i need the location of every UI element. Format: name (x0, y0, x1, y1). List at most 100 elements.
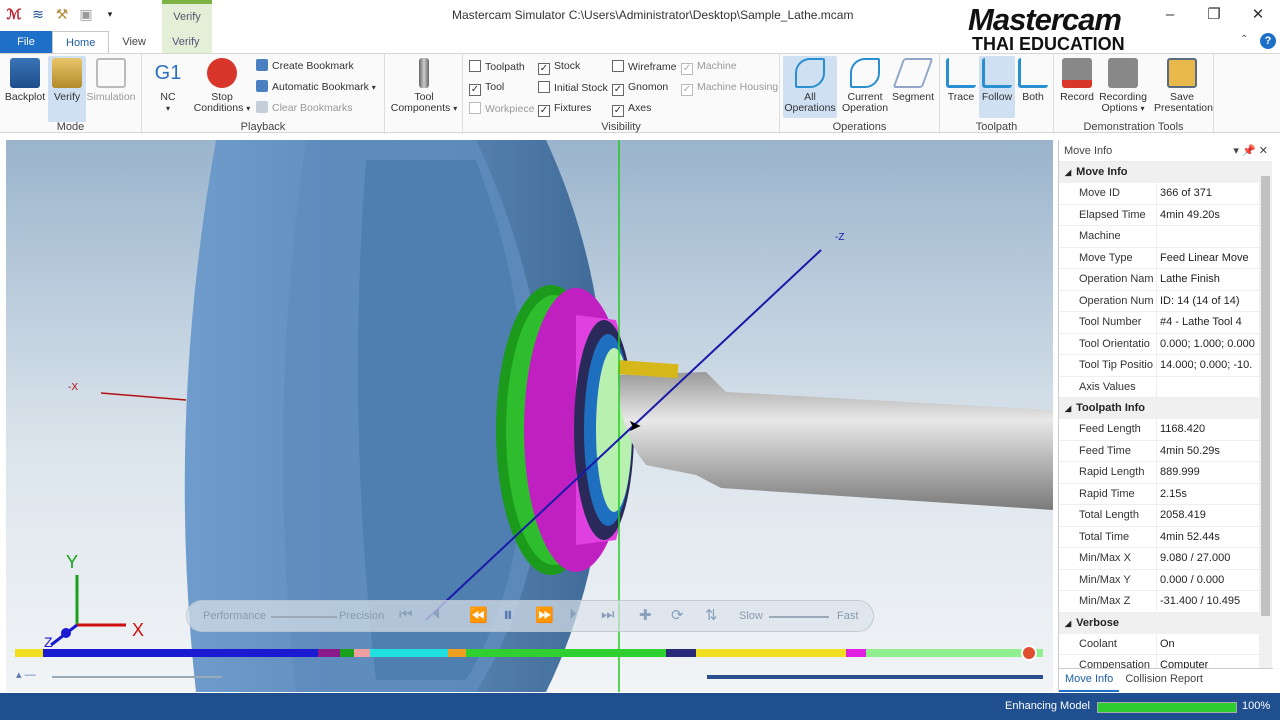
gnomon-checkbox[interactable]: ✓ Gnomon (612, 81, 668, 96)
stack-icon[interactable]: ≋ (28, 5, 48, 23)
nc-icon: G1 (154, 62, 182, 84)
property-row: Coolant On (1059, 633, 1259, 655)
qat-dropdown-icon[interactable]: ▾ (100, 5, 120, 23)
tab-move-info[interactable]: Move Info (1059, 669, 1120, 692)
quality-slider[interactable] (271, 616, 337, 618)
save-presentation-button[interactable]: Save Presentation (1154, 56, 1213, 114)
machine-checkbox[interactable]: ✓ Machine (681, 60, 737, 75)
nc-button[interactable]: G1 NC ▾ (148, 56, 188, 114)
collapse-ribbon-icon[interactable]: ⌃ (1240, 34, 1248, 45)
scrollbar-thumb[interactable] (1261, 176, 1270, 616)
repeat-icon[interactable]: ⇅ (705, 606, 718, 624)
machine-check-label: Machine (697, 60, 737, 72)
panel-header: Move Info ▾ 📌 ✕ (1059, 140, 1272, 162)
help-icon[interactable]: ? (1260, 33, 1276, 49)
stock-checkbox[interactable]: ✓ Stock (538, 60, 580, 75)
property-row: Move Type Feed Linear Move (1059, 247, 1259, 269)
backplot-button[interactable]: Backplot (4, 56, 46, 103)
zoom-slider[interactable] (52, 676, 222, 678)
segment-button[interactable]: Segment (890, 56, 936, 103)
status-percent: 100% (1242, 700, 1271, 712)
tool-checkbox[interactable]: ✓ Tool (469, 81, 504, 96)
trace-icon (946, 58, 976, 88)
stop-conditions-button[interactable]: Stop Conditions ▾ (192, 56, 252, 114)
record-icon (1062, 58, 1092, 88)
tool-icon[interactable]: ⚒ (52, 5, 72, 23)
workpiece-checkbox[interactable]: Workpiece (469, 102, 534, 115)
tab-verify[interactable]: Verify (159, 31, 213, 53)
tab-view[interactable]: View (109, 31, 159, 53)
document-icon[interactable]: ▣ (76, 5, 96, 23)
simulation-button[interactable]: Simulation (86, 56, 136, 103)
current-operation-button[interactable]: Current Operation (840, 56, 890, 114)
rewind-icon[interactable]: ⏪ (469, 606, 488, 624)
wireframe-checkbox[interactable]: Wireframe (612, 60, 676, 73)
recording-options-button[interactable]: Recording Options ▾ (1098, 56, 1148, 114)
operation-timeline[interactable] (15, 649, 1043, 657)
property-key: Min/Max X (1059, 548, 1157, 569)
both-button[interactable]: Both (1016, 56, 1050, 103)
machine-housing-checkbox[interactable]: ✓ Machine Housing (681, 81, 778, 96)
loop-icon[interactable]: ⟳ (671, 606, 684, 624)
section-move-info[interactable]: ◢ Move Info (1059, 162, 1259, 183)
axes-check-label: Axes (628, 102, 652, 114)
panel-scrollbar[interactable] (1259, 162, 1272, 668)
step-back-icon[interactable]: ⏴ (433, 606, 441, 623)
verify-button[interactable]: Verify (48, 56, 86, 122)
wireframe-check-box (612, 60, 624, 72)
record-button[interactable]: Record (1058, 56, 1096, 103)
collapse-icon: ◢ (1065, 618, 1072, 628)
pin-icon[interactable]: 📌 (1242, 145, 1256, 157)
tab-file[interactable]: File (0, 31, 52, 53)
speed-slider[interactable] (769, 616, 829, 618)
trace-button[interactable]: Trace (944, 56, 978, 103)
axes-checkbox[interactable]: ✓ Axes (612, 102, 651, 117)
create-bookmark-button[interactable]: Create Bookmark (256, 59, 354, 72)
initial-stock-check-label: Initial Stock (554, 82, 608, 94)
section-verbose[interactable]: ◢ Verbose (1059, 612, 1259, 634)
property-row: Total Time 4min 52.44s (1059, 526, 1259, 548)
mini-timeline[interactable] (707, 675, 1043, 679)
stop-sign-icon (207, 58, 237, 88)
trace-label: Trace (947, 91, 975, 103)
recording-options-icon (1108, 58, 1138, 88)
wireframe-check-label: Wireframe (628, 61, 677, 73)
tab-home[interactable]: Home (52, 31, 110, 53)
property-value: 4min 49.20s (1160, 208, 1220, 221)
timeline-position-marker[interactable] (1021, 645, 1037, 661)
minimize-icon[interactable]: – (1148, 0, 1192, 30)
toolpath-checkbox[interactable]: Toolpath (469, 60, 525, 73)
fast-forward-icon[interactable]: ⏩ (535, 606, 554, 624)
property-value: 4min 50.29s (1160, 444, 1220, 457)
section-toolpath-info[interactable]: ◢ Toolpath Info (1059, 398, 1259, 419)
current-operation-icon (850, 58, 880, 88)
group-label-visibility: Visibility (601, 121, 641, 133)
initial-stock-checkbox[interactable]: Initial Stock (538, 81, 608, 94)
tool-shaft (618, 372, 1053, 510)
follow-button[interactable]: Follow (979, 56, 1015, 118)
property-value: 889.999 (1160, 466, 1200, 478)
step-forward-icon[interactable]: ⏵ (569, 606, 577, 623)
tab-collision-report[interactable]: Collision Report (1119, 669, 1209, 692)
property-value: ID: 14 (14 of 14) (1160, 294, 1240, 307)
panel-tabs: Move Info Collision Report (1059, 668, 1273, 692)
clear-bookmarks-label: Clear Bookmarks (272, 102, 353, 114)
pause-icon[interactable]: ⏸ (503, 604, 513, 627)
all-operations-button[interactable]: All Operations (783, 56, 837, 118)
fixtures-checkbox[interactable]: ✓ Fixtures (538, 102, 591, 117)
collapse-icon: ◢ (1065, 404, 1072, 413)
close-icon[interactable]: ✕ (1236, 0, 1280, 30)
automatic-bookmark-button[interactable]: Automatic Bookmark ▾ (256, 80, 376, 93)
mastercam-app-icon[interactable]: ℳ (4, 5, 24, 23)
property-key: Elapsed Time (1059, 204, 1157, 225)
tool-components-button[interactable]: Tool Components ▾ (389, 56, 459, 114)
maximize-icon[interactable]: ❐ (1192, 0, 1236, 30)
clear-bookmarks-button[interactable]: Clear Bookmarks (256, 101, 353, 114)
zoom-out-icon[interactable]: ▴ — (16, 668, 36, 681)
skip-start-icon[interactable]: ⏮ (399, 606, 413, 623)
gnomon-x-label: X (132, 620, 145, 640)
add-bookmark-icon[interactable]: ✚ (639, 606, 652, 624)
panel-dropdown-icon[interactable]: ▾ (1233, 145, 1239, 157)
skip-end-icon[interactable]: ⏭ (601, 606, 615, 623)
panel-close-icon[interactable]: ✕ (1259, 145, 1268, 157)
